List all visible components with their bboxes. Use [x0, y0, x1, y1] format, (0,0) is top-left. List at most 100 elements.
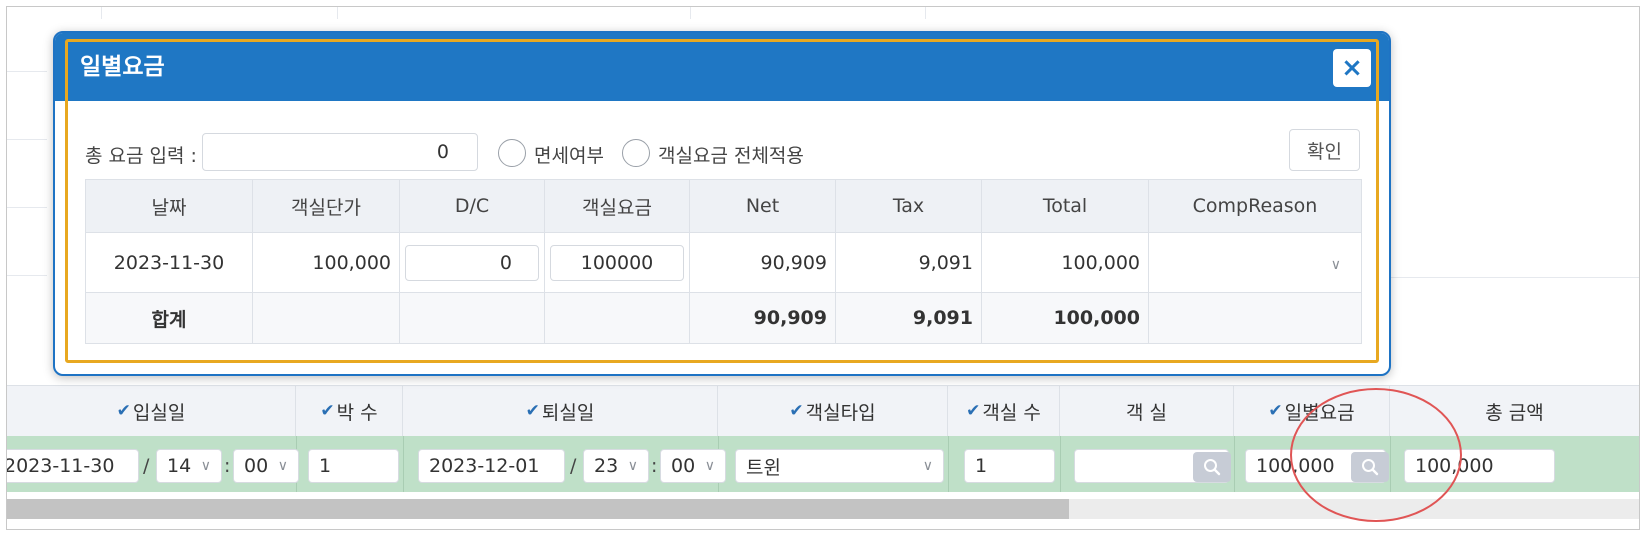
- header-total-amount[interactable]: 총 금액: [1390, 386, 1639, 436]
- room-rate-input[interactable]: 100000: [550, 244, 684, 281]
- header-label: 객실 수: [982, 401, 1041, 424]
- col-header-unit-price: 객실단가: [252, 179, 400, 233]
- comp-reason-select[interactable]: ∨: [1148, 232, 1362, 293]
- col-header-net: Net: [689, 179, 836, 233]
- checkout-hour-select[interactable]: 23 ∨: [583, 449, 649, 483]
- daily-rate-modal: 일별요금 × 총 요금 입력 : 0 면세여부 객실요금 전체적용 확인 날짜 …: [53, 31, 1391, 376]
- tax-exempt-label: 면세여부: [534, 145, 604, 167]
- cell-unit-price: 100,000: [252, 232, 400, 293]
- checkin-minute-value: 00: [244, 455, 269, 477]
- checkin-date-input[interactable]: 2023-11-30: [6, 449, 139, 483]
- checkin-date-value: 2023-11-30: [6, 455, 115, 477]
- sum-empty-cell: [399, 292, 545, 344]
- close-icon: ×: [1341, 53, 1363, 83]
- time-separator: :: [651, 455, 658, 477]
- background-grid-line: [1391, 277, 1639, 278]
- checkout-date-value: 2023-12-01: [429, 455, 540, 477]
- close-button[interactable]: ×: [1333, 49, 1371, 87]
- header-room-count[interactable]: ✔ 객실 수: [948, 386, 1060, 436]
- tax-exempt-radio[interactable]: [498, 139, 526, 167]
- check-icon: ✔: [320, 401, 335, 421]
- header-label: 객 실: [1126, 401, 1167, 424]
- cell-divider: [1060, 436, 1061, 492]
- cell-divider: [403, 436, 404, 492]
- col-header-tax: Tax: [835, 179, 982, 233]
- check-icon: ✔: [116, 401, 131, 421]
- search-icon: [1362, 459, 1379, 476]
- dc-input[interactable]: 0: [405, 244, 539, 281]
- background-grid-line: [7, 275, 47, 276]
- checkin-hour-select[interactable]: 14 ∨: [156, 449, 222, 483]
- cell-dc: 0: [399, 232, 545, 293]
- scrollbar-thumb[interactable]: [7, 499, 1069, 519]
- screen-frame: ✔ 입실일 ✔ 박 수 ✔ 퇴실일 ✔ 객실타입 ✔ 객실 수 객 실 ✔ 일별요금 총 금…: [6, 6, 1640, 530]
- chevron-down-icon: ∨: [704, 458, 715, 474]
- col-header-total: Total: [981, 179, 1149, 233]
- background-grid-line: [337, 7, 338, 19]
- sum-empty-cell: [544, 292, 690, 344]
- chevron-down-icon: ∨: [277, 458, 288, 474]
- col-header-dc: D/C: [399, 179, 545, 233]
- checkout-minute-select[interactable]: 00 ∨: [660, 449, 726, 483]
- check-icon: ✔: [966, 401, 981, 421]
- daily-rate-search-button[interactable]: [1351, 452, 1389, 482]
- header-room-type[interactable]: ✔ 객실타입: [718, 386, 948, 436]
- sum-empty-cell: [1148, 292, 1362, 344]
- reservation-grid-header: ✔ 입실일 ✔ 박 수 ✔ 퇴실일 ✔ 객실타입 ✔ 객실 수 객 실 ✔ 일별요금 총 금…: [7, 385, 1639, 437]
- total-rate-value: 0: [436, 141, 449, 163]
- time-separator: :: [224, 455, 231, 477]
- cell-divider: [948, 436, 949, 492]
- nights-input[interactable]: 1: [308, 449, 399, 483]
- header-checkin[interactable]: ✔ 입실일: [7, 386, 296, 436]
- daily-rate-value: 100,000: [1256, 455, 1335, 477]
- header-room[interactable]: 객 실: [1060, 386, 1234, 436]
- room-type-value: 트윈: [746, 456, 781, 479]
- room-search-button[interactable]: [1193, 452, 1231, 482]
- col-header-date: 날짜: [85, 179, 253, 233]
- modal-title: 일별요금: [80, 54, 165, 80]
- cell-divider: [1234, 436, 1235, 492]
- total-rate-input[interactable]: 0: [202, 133, 478, 171]
- background-grid-line: [7, 139, 47, 140]
- search-icon: [1204, 459, 1221, 476]
- room-type-select[interactable]: 트윈 ∨: [735, 449, 944, 483]
- header-nights[interactable]: ✔ 박 수: [296, 386, 403, 436]
- chevron-down-icon: ∨: [1330, 256, 1341, 273]
- cell-net: 90,909: [689, 232, 836, 293]
- confirm-label: 확인: [1307, 140, 1342, 163]
- sum-tax: 9,091: [835, 292, 982, 344]
- sum-label: 합계: [85, 292, 253, 344]
- cell-divider: [1390, 436, 1391, 492]
- room-count-input[interactable]: 1: [964, 449, 1055, 483]
- chevron-down-icon: ∨: [200, 458, 211, 474]
- total-rate-label: 총 요금 입력 :: [85, 145, 197, 167]
- checkin-minute-select[interactable]: 00 ∨: [233, 449, 299, 483]
- header-daily-rate[interactable]: ✔ 일별요금: [1234, 386, 1390, 436]
- col-header-comp-reason: CompReason: [1148, 179, 1362, 233]
- total-amount-input[interactable]: 100,000: [1404, 449, 1555, 483]
- header-checkout[interactable]: ✔ 퇴실일: [403, 386, 718, 436]
- sum-empty-cell: [252, 292, 400, 344]
- check-icon: ✔: [525, 401, 540, 421]
- background-grid-line: [690, 7, 691, 19]
- confirm-button[interactable]: 확인: [1289, 129, 1360, 171]
- date-separator: /: [570, 455, 577, 477]
- daily-rate-table: 날짜 객실단가 D/C 객실요금 Net Tax Total CompReaso…: [85, 179, 1362, 344]
- chevron-down-icon: ∨: [627, 458, 638, 474]
- apply-all-radio[interactable]: [622, 139, 650, 167]
- header-label: 총 금액: [1485, 401, 1544, 424]
- reservation-row: 2023-11-30 / 14 ∨ : 00 ∨ 1 2023-12-01 / 23…: [7, 436, 1639, 492]
- chevron-down-icon: ∨: [922, 458, 933, 474]
- header-label: 일별요금: [1284, 401, 1355, 424]
- checkout-date-input[interactable]: 2023-12-01: [418, 449, 565, 483]
- check-icon: ✔: [1268, 401, 1283, 421]
- table-sum-row: 합계 90,909 9,091 100,000: [85, 292, 1362, 344]
- date-separator: /: [143, 455, 150, 477]
- total-amount-value: 100,000: [1415, 455, 1494, 477]
- cell-date: 2023-11-30: [85, 232, 253, 293]
- col-header-room-rate: 객실요금: [544, 179, 690, 233]
- cell-room-rate: 100000: [544, 232, 690, 293]
- background-grid-line: [101, 7, 102, 19]
- room-count-value: 1: [975, 455, 988, 477]
- background-grid-line: [925, 7, 926, 19]
